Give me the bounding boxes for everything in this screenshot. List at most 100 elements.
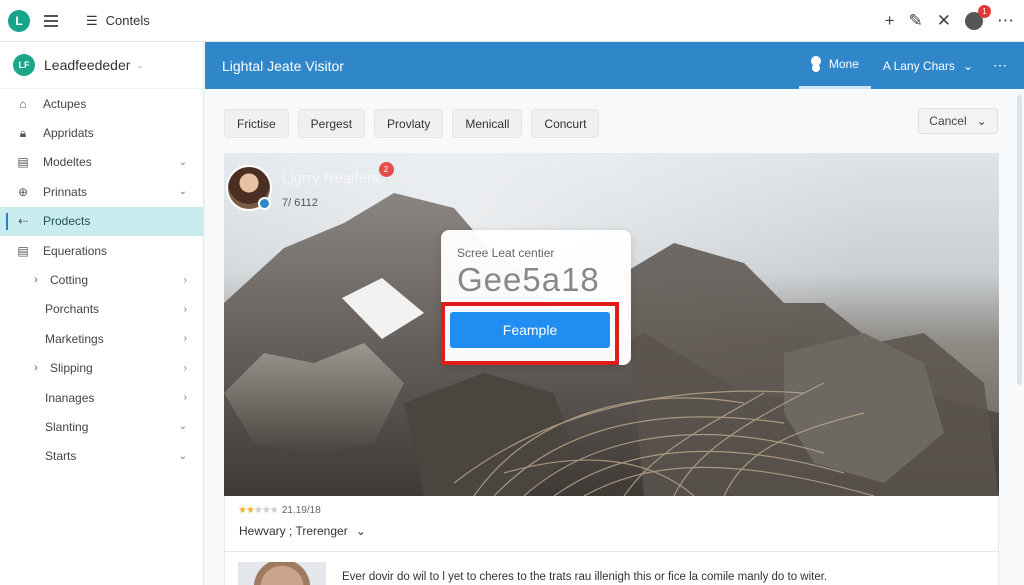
card-value: Gee5a18 [457, 261, 600, 298]
sidebar-item-label: Equerations [43, 243, 108, 258]
sidebar-item-equerations[interactable]: ▤ Equerations [0, 236, 203, 265]
post-badge: 2 [378, 162, 394, 177]
sidebar-item-label: Porchants [45, 302, 100, 317]
hero-image: Ligrry Reaifers 2 7/ 6112 Scree Leat cen… [224, 153, 999, 496]
filter-chip[interactable]: Provlaty [374, 109, 444, 138]
top-bar: L ☰ Contels + ✎ ✕ 1 ⋯ [0, 0, 1024, 42]
sidebar-item-appridats[interactable]: 🔒︎ Appridats [0, 118, 203, 147]
chevron-down-icon: ⌄ [178, 421, 187, 433]
star-rating: ★★★★★ [238, 505, 279, 516]
post-date: 7/ 6112 [282, 197, 318, 209]
arrow-left-icon: ⇠ [17, 214, 29, 229]
avatar[interactable] [226, 165, 272, 211]
chevron-right-icon: › [183, 362, 187, 374]
sidebar-item-inanages[interactable]: Inanages › [0, 383, 203, 412]
pencil-icon[interactable]: ✎ [909, 11, 923, 31]
chevron-right-icon: › [183, 303, 187, 315]
sidebar: LF Leadfeededer ⌄ ⌂ Actupes 🔒︎ Appridats… [0, 42, 204, 585]
sidebar-item-label: Appridats [43, 126, 94, 141]
filter-chip[interactable]: Pergest [297, 109, 366, 138]
cancel-dropdown[interactable]: Cancel ⌄ [918, 108, 998, 134]
chevron-down-icon: ⌄ [178, 156, 187, 168]
sidebar-item-label: Inanages [45, 390, 95, 405]
divider [225, 551, 998, 552]
more-icon[interactable]: ⋯ [997, 11, 1014, 31]
chevron-right-icon: › [183, 333, 187, 345]
sort-dropdown[interactable]: Hewvary ; Trerenger ⌄ [239, 524, 366, 538]
sidebar-item-cotting[interactable]: › Cotting › [0, 265, 203, 294]
tab-charts[interactable]: A Lany Chars ⌄ [871, 42, 985, 89]
plus-icon[interactable]: + [885, 11, 895, 31]
rating-text: 21.19/18 [281, 505, 321, 516]
tab-user-label: Mone [828, 57, 859, 71]
sidebar-item-modeltes[interactable]: ▤ Modeltes ⌄ [0, 148, 203, 177]
lock-icon: 🔒︎ [19, 125, 27, 140]
filter-chips: Frictise Pergest Provlaty Menicall Concu… [224, 109, 600, 138]
tab-user[interactable]: Mone [798, 42, 871, 89]
cancel-label: Cancel [929, 114, 967, 128]
sidebar-nav: ⌂ Actupes 🔒︎ Appridats ▤ Modeltes ⌄ ⊕ Pr… [0, 89, 203, 471]
tab-charts-label: A Lany Chars [882, 58, 955, 73]
sidebar-item-prinnats[interactable]: ⊕ Prinnats ⌄ [0, 177, 203, 206]
post-footer: ★★★★★ 21.19/18 Hewvary ; Trerenger ⌄ Eve… [224, 496, 999, 585]
comment-avatar[interactable] [238, 562, 326, 585]
brand-switcher[interactable]: LF Leadfeededer ⌄ [0, 42, 203, 89]
example-button[interactable]: Feample [450, 312, 610, 348]
app-logo[interactable]: L [8, 9, 30, 32]
notification-badge: 1 [978, 5, 991, 18]
verified-icon [258, 197, 271, 210]
sidebar-item-slanting[interactable]: Slanting ⌄ [0, 412, 203, 441]
document-icon: ▤ [17, 243, 29, 258]
chevron-down-icon: ⌄ [962, 58, 973, 73]
sort-label: Hewvary ; Trerenger [239, 524, 348, 538]
grid-icon: ▤ [17, 155, 29, 170]
chevron-down-icon: ⌄ [976, 114, 987, 128]
highlight-box: Feample [441, 302, 619, 365]
page-title: Lightal Jeate Visitor [222, 57, 344, 74]
chevron-right-icon: › [183, 392, 187, 404]
list-icon: ☰ [86, 12, 98, 28]
sidebar-item-label: Prinnats [43, 184, 88, 199]
chevron-right-icon: › [34, 362, 38, 375]
user-icon [810, 56, 821, 66]
chevron-right-icon: › [183, 274, 187, 286]
close-icon[interactable]: ✕ [937, 11, 951, 31]
header-tabs: Mone A Lany Chars ⌄ ⋯ [798, 42, 1024, 89]
globe-icon: ⊕ [17, 184, 29, 199]
scrollbar[interactable] [1017, 95, 1022, 385]
stat-card: Scree Leat centier Gee5a18 Feample [441, 230, 631, 365]
brand-name: Leadfeededer [44, 57, 131, 73]
main-content: Frictise Pergest Provlaty Menicall Concu… [205, 89, 1024, 585]
brand-logo: LF [13, 54, 35, 76]
chevron-down-icon: ⌄ [178, 450, 187, 462]
sidebar-item-label: Cotting [50, 273, 89, 288]
rating: ★★★★★ 21.19/18 [238, 505, 321, 516]
chevron-down-icon: ⌄ [136, 59, 144, 70]
filter-chip[interactable]: Menicall [452, 109, 523, 138]
sidebar-item-label: Modeltes [43, 155, 92, 170]
sidebar-item-label: Slipping [50, 361, 93, 376]
sidebar-item-label: Slanting [45, 419, 89, 434]
hamburger-icon[interactable] [44, 14, 58, 27]
sidebar-item-label: Actupes [43, 96, 87, 111]
sidebar-item-starts[interactable]: Starts ⌄ [0, 442, 203, 471]
main-header: Lightal Jeate Visitor Mone A Lany Chars … [205, 42, 1024, 89]
post-meta: Ligrry Reaifers 2 7/ 6112 [282, 162, 394, 209]
notifications-icon[interactable]: 1 [965, 5, 991, 30]
sidebar-item-slipping[interactable]: › Slipping › [0, 354, 203, 383]
sidebar-item-actupes[interactable]: ⌂ Actupes [0, 89, 203, 118]
filter-chip[interactable]: Concurt [531, 109, 600, 138]
card-label: Scree Leat centier [457, 246, 555, 260]
sidebar-item-porchants[interactable]: Porchants › [0, 295, 203, 324]
chevron-down-icon: ⌄ [178, 186, 187, 198]
top-actions: + ✎ ✕ 1 ⋯ [885, 0, 1014, 42]
more-icon[interactable]: ⋯ [985, 57, 1024, 74]
contents-menu-label: Contels [105, 13, 150, 28]
author-name-wrap[interactable]: Ligrry Reaifers 2 [282, 162, 394, 187]
sidebar-item-prodects[interactable]: ⇠ Prodects [0, 206, 203, 236]
sidebar-item-marketings[interactable]: Marketings › [0, 324, 203, 353]
sidebar-item-label: Marketings [45, 331, 104, 346]
home-icon: ⌂ [19, 96, 27, 111]
filter-chip[interactable]: Frictise [224, 109, 289, 138]
contents-menu-button[interactable]: ☰ Contels [86, 13, 150, 29]
